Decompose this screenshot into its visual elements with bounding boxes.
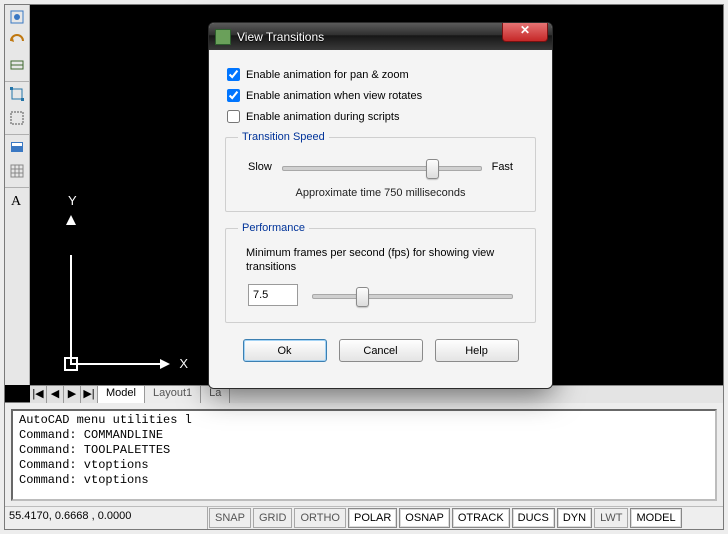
toolbar-icon-f[interactable] xyxy=(6,137,28,159)
close-icon: ✕ xyxy=(520,23,530,37)
toolbar-icon-c[interactable] xyxy=(6,55,28,77)
status-toggle-model[interactable]: MODEL xyxy=(630,508,681,528)
checkbox-scripts[interactable]: Enable animation during scripts xyxy=(225,110,536,123)
status-toggle-ducs[interactable]: DUCS xyxy=(512,508,555,528)
view-transitions-dialog: View Transitions ✕ Enable animation for … xyxy=(208,22,553,389)
transition-speed-group: Transition Speed Slow Fast Approximate t… xyxy=(225,131,536,212)
cmd-line: Command: vtoptions xyxy=(19,473,709,488)
fps-slider-thumb[interactable] xyxy=(356,287,369,307)
axis-y-label: Y xyxy=(68,193,77,208)
app-icon xyxy=(215,29,231,45)
status-toggle-polar[interactable]: POLAR xyxy=(348,508,397,528)
toolbar-icon-g[interactable] xyxy=(6,161,28,183)
checkbox-scripts-label: Enable animation during scripts xyxy=(246,111,399,123)
tab-layout1[interactable]: Layout1 xyxy=(145,386,201,403)
approx-time-text: Approximate time 750 milliseconds xyxy=(238,187,523,199)
status-bar: 55.4170, 0.6668 , 0.0000 SNAPGRIDORTHOPO… xyxy=(5,506,723,529)
status-toggle-grid[interactable]: GRID xyxy=(253,508,293,528)
toolbar-icon-e[interactable] xyxy=(6,108,28,130)
status-toggle-dyn[interactable]: DYN xyxy=(557,508,592,528)
cancel-button[interactable]: Cancel xyxy=(339,339,423,362)
toolbar-icon-d[interactable] xyxy=(6,84,28,106)
fps-slider[interactable] xyxy=(312,285,513,305)
tab-model[interactable]: Model xyxy=(98,386,145,403)
toolbar-icon-a[interactable] xyxy=(6,7,28,29)
axis-x-label: X xyxy=(179,356,188,371)
toolbar-icon-text[interactable]: A xyxy=(6,190,28,212)
speed-slider[interactable] xyxy=(282,157,482,177)
close-button[interactable]: ✕ xyxy=(502,23,548,42)
status-toggle-lwt[interactable]: LWT xyxy=(594,508,628,528)
status-toggle-snap[interactable]: SNAP xyxy=(209,508,251,528)
dialog-title: View Transitions xyxy=(237,30,502,44)
command-window[interactable]: AutoCAD menu utilities l Command: COMMAN… xyxy=(11,409,717,501)
cmd-line: Command: TOOLPALETTES xyxy=(19,443,709,458)
performance-description: Minimum frames per second (fps) for show… xyxy=(246,246,515,274)
checkbox-pan-zoom[interactable]: Enable animation for pan & zoom xyxy=(225,68,536,81)
transition-speed-legend: Transition Speed xyxy=(238,131,329,143)
left-toolbar: A xyxy=(5,5,30,385)
dialog-titlebar[interactable]: View Transitions ✕ xyxy=(209,23,552,50)
cmd-line: Command: vtoptions xyxy=(19,458,709,473)
tab-nav-last[interactable]: ▶| xyxy=(81,386,98,403)
coordinate-readout: 55.4170, 0.6668 , 0.0000 xyxy=(5,507,208,529)
toolbar-icon-b[interactable] xyxy=(6,31,28,53)
checkbox-pan-zoom-input[interactable] xyxy=(227,68,240,81)
checkbox-pan-zoom-label: Enable animation for pan & zoom xyxy=(246,69,409,81)
ok-button[interactable]: Ok xyxy=(243,339,327,362)
cmd-line: Command: COMMANDLINE xyxy=(19,428,709,443)
status-toggle-osnap[interactable]: OSNAP xyxy=(399,508,450,528)
fast-label: Fast xyxy=(492,161,513,173)
tab-nav-prev[interactable]: ◀ xyxy=(47,386,64,403)
checkbox-rotate-label: Enable animation when view rotates xyxy=(246,90,422,102)
help-button[interactable]: Help xyxy=(435,339,519,362)
cmd-line: AutoCAD menu utilities l xyxy=(19,413,709,428)
status-toggle-ortho[interactable]: ORTHO xyxy=(294,508,346,528)
svg-text:A: A xyxy=(11,194,22,208)
fps-input[interactable] xyxy=(248,284,298,306)
checkbox-scripts-input[interactable] xyxy=(227,110,240,123)
checkbox-rotate[interactable]: Enable animation when view rotates xyxy=(225,89,536,102)
checkbox-rotate-input[interactable] xyxy=(227,89,240,102)
ucs-icon: Y X xyxy=(70,215,170,365)
speed-slider-thumb[interactable] xyxy=(426,159,439,179)
performance-group: Performance Minimum frames per second (f… xyxy=(225,222,536,323)
tab-nav-first[interactable]: |◀ xyxy=(30,386,47,403)
performance-legend: Performance xyxy=(238,222,309,234)
status-toggle-otrack[interactable]: OTRACK xyxy=(452,508,510,528)
tab-nav-next[interactable]: ▶ xyxy=(64,386,81,403)
slow-label: Slow xyxy=(248,161,272,173)
